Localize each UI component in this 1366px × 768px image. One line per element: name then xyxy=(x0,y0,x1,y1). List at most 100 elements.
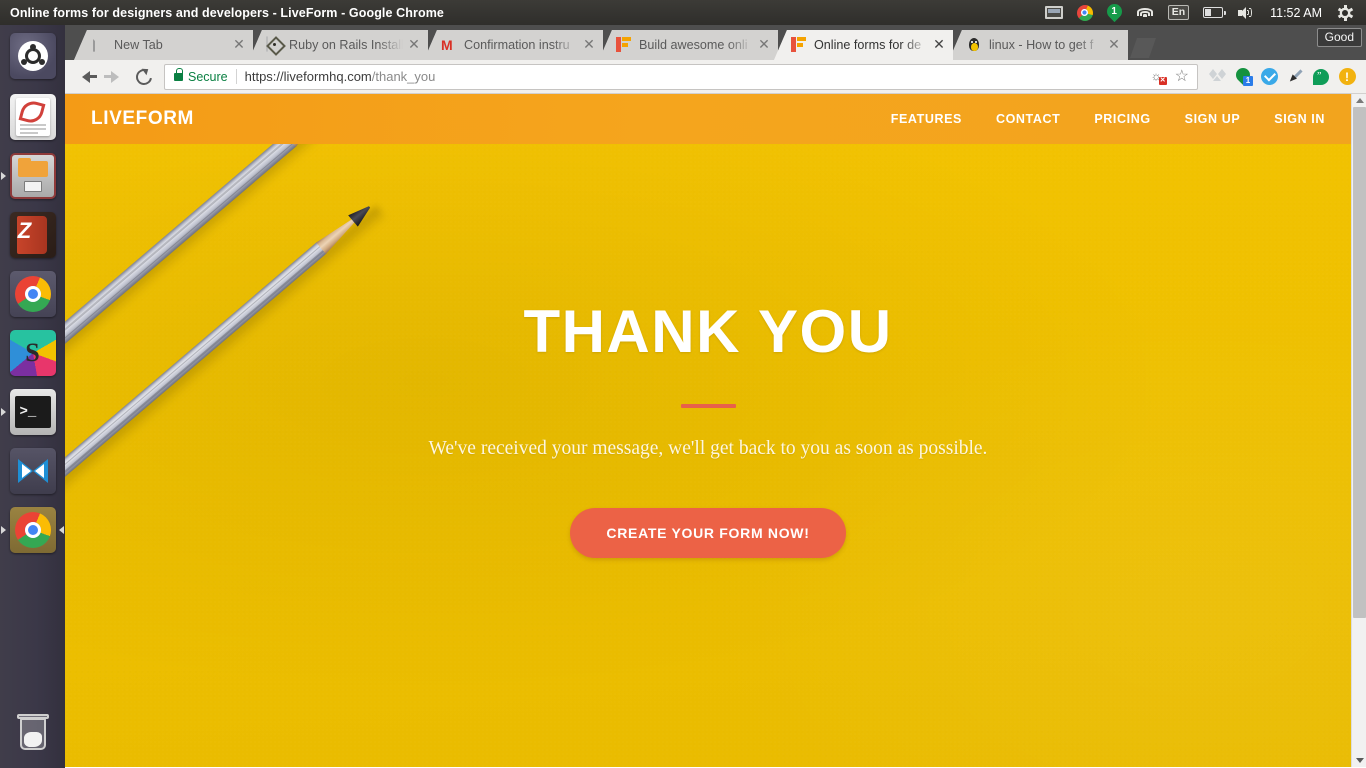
url-origin: https://liveformhq.com xyxy=(244,69,372,84)
tab-online-forms-for-designers[interactable]: Online forms for de ✕ xyxy=(774,30,953,60)
scrollbar-thumb[interactable] xyxy=(1353,107,1366,618)
site-logo[interactable]: LIVEFORM xyxy=(91,108,194,130)
tab-title: Ruby on Rails Install xyxy=(289,38,403,52)
system-tray: 1 En 11:52 AM xyxy=(1038,0,1366,25)
lock-icon xyxy=(174,67,184,81)
launcher-item-zotero[interactable]: Z xyxy=(0,205,65,264)
page-viewport: LIVEFORM FEATURES CONTACT PRICING SIGN U… xyxy=(65,94,1366,767)
tab-title: New Tab xyxy=(114,38,163,52)
launcher-item-trash[interactable] xyxy=(0,703,65,762)
ubuntu-dash-icon xyxy=(9,33,56,79)
tab-new-tab[interactable]: New Tab ✕ xyxy=(74,30,253,60)
chrome-window: New Tab ✕ Ruby on Rails Install ✕ M Conf… xyxy=(65,25,1366,768)
eyedropper-extension-icon[interactable] xyxy=(1282,64,1308,90)
scroll-down-icon[interactable] xyxy=(1352,754,1366,767)
terminal-icon: >_ xyxy=(9,388,56,435)
site-nav-links: FEATURES CONTACT PRICING SIGN UP SIGN IN xyxy=(891,112,1325,126)
hero-section: THANK YOU We've received your message, w… xyxy=(65,144,1351,767)
title-divider xyxy=(680,404,736,408)
evernote-icon xyxy=(9,93,56,140)
tab-title: linux - How to get f xyxy=(989,38,1094,52)
keyboard-layout-icon[interactable]: En xyxy=(1161,0,1196,25)
nav-link-pricing[interactable]: PRICING xyxy=(1094,112,1150,126)
page-title: THANK YOU xyxy=(523,298,893,365)
web-page: LIVEFORM FEATURES CONTACT PRICING SIGN U… xyxy=(65,94,1351,767)
vscode-icon xyxy=(9,447,56,494)
launcher-item-evernote[interactable] xyxy=(0,87,65,146)
chrome-indicator-icon[interactable] xyxy=(1070,0,1100,25)
new-tab-button[interactable] xyxy=(1130,38,1156,58)
pin-extension-icon[interactable]: 1 xyxy=(1230,64,1256,90)
hero-content: THANK YOU We've received your message, w… xyxy=(65,144,1351,767)
display-icon[interactable] xyxy=(1038,0,1070,25)
liveform-icon xyxy=(791,37,807,53)
dropbox-extension-icon[interactable] xyxy=(1204,64,1230,90)
tab-title: Confirmation instru xyxy=(464,38,570,52)
launcher-item-chrome[interactable] xyxy=(0,264,65,323)
status-badge: Good xyxy=(1316,28,1362,47)
unity-top-panel: Online forms for designers and developer… xyxy=(0,0,1366,25)
tab-close-icon[interactable]: ✕ xyxy=(931,37,947,53)
pin-badge-count: 1 xyxy=(1243,75,1253,86)
security-label: Secure xyxy=(188,69,228,84)
translate-icon[interactable]: ☼ ✕ xyxy=(1151,70,1167,85)
alert-extension-icon[interactable]: ! xyxy=(1334,64,1360,90)
tab-title: Online forms for de xyxy=(814,38,922,52)
gmail-icon: M xyxy=(441,37,453,53)
url-path: /thank_you xyxy=(371,69,436,84)
launcher-item-chrome-window[interactable] xyxy=(0,500,65,559)
reload-button[interactable] xyxy=(129,62,158,91)
clock[interactable]: 11:52 AM xyxy=(1262,6,1330,20)
volume-icon[interactable] xyxy=(1230,0,1262,25)
tab-close-icon[interactable]: ✕ xyxy=(581,37,597,53)
browser-toolbar: Secure https://liveformhq.com/thank_you … xyxy=(65,60,1366,94)
create-form-button[interactable]: CREATE YOUR FORM NOW! xyxy=(570,508,846,558)
nav-link-sign-up[interactable]: SIGN UP xyxy=(1185,112,1241,126)
launcher-item-ubuntu-dash[interactable] xyxy=(0,25,65,87)
notification-count-label: 1 xyxy=(1111,6,1117,17)
nav-link-sign-in[interactable]: SIGN IN xyxy=(1274,112,1325,126)
unity-launcher: Z S >_ xyxy=(0,25,65,768)
tab-close-icon[interactable]: ✕ xyxy=(406,37,422,53)
tab-confirmation-instructions[interactable]: M Confirmation instru ✕ xyxy=(424,30,603,60)
page-scrollbar[interactable] xyxy=(1351,94,1366,767)
page-icon xyxy=(91,36,107,53)
tab-linux-how-to-get[interactable]: linux - How to get f ✕ xyxy=(949,30,1128,60)
trash-icon xyxy=(10,710,56,756)
window-title: Online forms for designers and developer… xyxy=(10,5,444,20)
tab-ruby-on-rails[interactable]: Ruby on Rails Install ✕ xyxy=(249,30,428,60)
launcher-item-files[interactable] xyxy=(0,146,65,205)
sublime-text-icon: S xyxy=(9,329,56,376)
system-menu-icon[interactable] xyxy=(1330,0,1360,25)
screen: Online forms for designers and developer… xyxy=(0,0,1366,768)
liveform-icon xyxy=(616,37,632,53)
scroll-up-icon[interactable] xyxy=(1352,94,1366,107)
hero-subtitle: We've received your message, we'll get b… xyxy=(428,438,988,459)
nav-link-contact[interactable]: CONTACT xyxy=(996,112,1060,126)
tab-close-icon[interactable]: ✕ xyxy=(1106,37,1122,53)
rails-icon xyxy=(266,36,282,53)
launcher-item-sublime-text[interactable]: S xyxy=(0,323,65,382)
wifi-icon[interactable] xyxy=(1129,0,1161,25)
back-button[interactable] xyxy=(71,62,100,91)
tab-build-awesome-online[interactable]: Build awesome onli ✕ xyxy=(599,30,778,60)
linux-icon xyxy=(966,37,982,53)
tab-close-icon[interactable]: ✕ xyxy=(756,37,772,53)
files-icon xyxy=(9,152,56,199)
launcher-item-vscode[interactable] xyxy=(0,441,65,500)
chrome-window-icon xyxy=(9,506,56,553)
notification-count-icon[interactable]: 1 xyxy=(1100,0,1129,25)
launcher-item-terminal[interactable]: >_ xyxy=(0,382,65,441)
check-extension-icon[interactable] xyxy=(1256,64,1282,90)
tab-close-icon[interactable]: ✕ xyxy=(231,37,247,53)
bookmark-star-icon[interactable]: ☆ xyxy=(1175,68,1189,85)
tab-strip: New Tab ✕ Ruby on Rails Install ✕ M Conf… xyxy=(65,25,1366,60)
omnibox-divider xyxy=(235,69,237,84)
keyboard-layout-label: En xyxy=(1167,5,1190,20)
site-header: LIVEFORM FEATURES CONTACT PRICING SIGN U… xyxy=(65,94,1351,144)
nav-link-features[interactable]: FEATURES xyxy=(891,112,962,126)
address-bar[interactable]: Secure https://liveformhq.com/thank_you … xyxy=(164,63,1198,90)
forward-button[interactable] xyxy=(100,62,129,91)
battery-icon[interactable] xyxy=(1196,0,1230,25)
hangouts-extension-icon[interactable] xyxy=(1308,64,1334,90)
